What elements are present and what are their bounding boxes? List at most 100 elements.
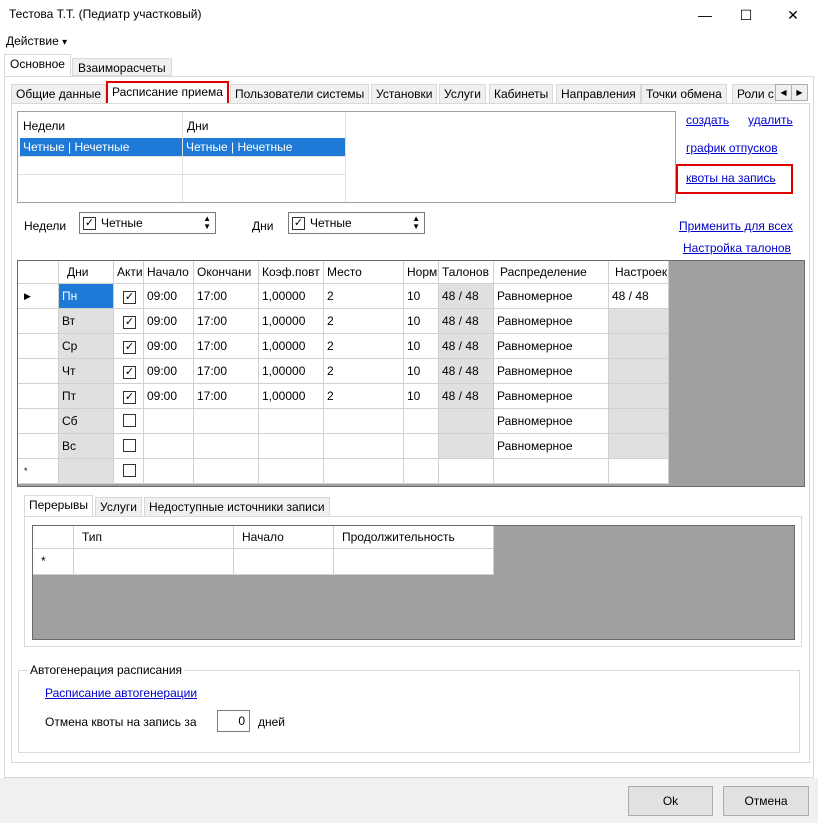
schedule-cell-place[interactable]: 2	[324, 309, 404, 334]
quotas-link[interactable]: квоты на запись	[686, 171, 776, 185]
schedule-cell-start[interactable]: 09:00	[144, 284, 194, 309]
apply-all-link[interactable]: Применить для всех	[679, 219, 793, 233]
schedule-cell-coef[interactable]	[259, 409, 324, 434]
schedule-cell-tickets[interactable]: 48 / 48	[439, 309, 494, 334]
schedule-cell-norm[interactable]: 10	[404, 334, 439, 359]
schedule-cell-active[interactable]: ✓	[114, 334, 144, 359]
schedule-cell-start[interactable]	[144, 459, 194, 484]
schedule-cell-norm[interactable]: 10	[404, 309, 439, 334]
spinner-arrows-icon[interactable]: ▲ ▼	[203, 215, 211, 231]
schedule-cell-place[interactable]	[324, 459, 404, 484]
active-checkbox[interactable]: ✓	[123, 291, 136, 304]
days-checkbox[interactable]: ✓	[292, 216, 305, 230]
tab-exchange-points[interactable]: Точки обмена	[641, 84, 727, 104]
schedule-cell-coef[interactable]	[259, 459, 324, 484]
schedule-cell-coef[interactable]: 1,00000	[259, 284, 324, 309]
schedule-cell-start[interactable]	[144, 409, 194, 434]
schedule-cell-day[interactable]: Пн	[59, 284, 114, 309]
row-header[interactable]	[18, 384, 59, 409]
schedule-cell-start[interactable]: 09:00	[144, 309, 194, 334]
schedule-cell-place[interactable]: 2	[324, 359, 404, 384]
schedule-cell-dist[interactable]: Равномерное	[494, 334, 609, 359]
tab-general[interactable]: Общие данные	[11, 84, 107, 104]
ticket-setup-link[interactable]: Настройка талонов	[683, 241, 791, 255]
schedule-cell-start[interactable]	[144, 434, 194, 459]
schedule-cell-end[interactable]: 17:00	[194, 309, 259, 334]
schedule-cell-norm[interactable]: 10	[404, 384, 439, 409]
tab-settlements[interactable]: Взаиморасчеты	[72, 58, 172, 76]
active-checkbox[interactable]: ✓	[123, 391, 136, 404]
schedule-cell-coef[interactable]: 1,00000	[259, 359, 324, 384]
break-duration-cell[interactable]	[334, 549, 494, 575]
schedule-cell-settings[interactable]	[609, 309, 669, 334]
schedule-cell-place[interactable]	[324, 409, 404, 434]
ok-button[interactable]: Ok	[628, 786, 713, 816]
schedule-cell-day[interactable]: Сб	[59, 409, 114, 434]
schedule-cell-place[interactable]	[324, 434, 404, 459]
tab-services[interactable]: Услуги	[439, 84, 486, 104]
schedule-cell-tickets[interactable]	[439, 459, 494, 484]
schedule-cell-end[interactable]	[194, 459, 259, 484]
schedule-cell-place[interactable]: 2	[324, 284, 404, 309]
tab-cabinets[interactable]: Кабинеты	[489, 84, 554, 104]
create-link[interactable]: создать	[686, 113, 729, 127]
tab-referrals[interactable]: Направления	[556, 84, 641, 104]
row-header[interactable]	[18, 409, 59, 434]
schedule-cell-tickets[interactable]: 48 / 48	[439, 334, 494, 359]
tab-roles[interactable]: Роли с	[732, 84, 776, 104]
schedule-cell-end[interactable]: 17:00	[194, 359, 259, 384]
close-icon[interactable]: ✕	[770, 0, 816, 30]
active-checkbox[interactable]: ✓	[123, 366, 136, 379]
schedule-cell-end[interactable]: 17:00	[194, 384, 259, 409]
active-checkbox[interactable]	[123, 439, 136, 452]
schedule-cell-place[interactable]: 2	[324, 334, 404, 359]
action-menu[interactable]: Действие ▾	[6, 34, 67, 48]
schedule-cell-start[interactable]: 09:00	[144, 359, 194, 384]
active-checkbox[interactable]: ✓	[123, 341, 136, 354]
schedule-cell-day[interactable]	[59, 459, 114, 484]
row-header[interactable]	[18, 309, 59, 334]
schedule-cell-active[interactable]	[114, 434, 144, 459]
schedule-cell-dist[interactable]: Равномерное	[494, 409, 609, 434]
schedule-cell-day[interactable]: Ср	[59, 334, 114, 359]
schedule-cell-settings[interactable]	[609, 409, 669, 434]
break-start-cell[interactable]	[234, 549, 334, 575]
autogen-schedule-link[interactable]: Расписание автогенерации	[45, 686, 197, 700]
schedule-cell-dist[interactable]: Равномерное	[494, 384, 609, 409]
schedule-cell-start[interactable]: 09:00	[144, 384, 194, 409]
schedule-cell-settings[interactable]	[609, 384, 669, 409]
schedule-cell-active[interactable]	[114, 459, 144, 484]
schedule-cell-settings[interactable]	[609, 459, 669, 484]
schedule-cell-dist[interactable]: Равномерное	[494, 309, 609, 334]
schedule-cell-end[interactable]	[194, 434, 259, 459]
schedule-cell-active[interactable]: ✓	[114, 284, 144, 309]
schedule-cell-dist[interactable]: Равномерное	[494, 284, 609, 309]
schedule-cell-end[interactable]: 17:00	[194, 284, 259, 309]
tab-breaks[interactable]: Перерывы	[24, 495, 93, 517]
active-checkbox[interactable]	[123, 414, 136, 427]
schedule-cell-coef[interactable]: 1,00000	[259, 309, 324, 334]
schedule-cell-coef[interactable]	[259, 434, 324, 459]
chevron-left-icon[interactable]: ◀	[776, 85, 792, 100]
cancel-quota-input[interactable]: 0	[217, 710, 250, 732]
schedule-cell-tickets[interactable]	[439, 409, 494, 434]
row-header[interactable]	[18, 434, 59, 459]
schedule-cell-coef[interactable]: 1,00000	[259, 334, 324, 359]
schedule-cell-tickets[interactable]: 48 / 48	[439, 359, 494, 384]
schedule-cell-tickets[interactable]	[439, 434, 494, 459]
row-header[interactable]: *	[18, 459, 59, 484]
maximize-icon[interactable]: ☐	[723, 0, 769, 30]
schedule-cell-active[interactable]: ✓	[114, 309, 144, 334]
active-checkbox[interactable]: ✓	[123, 316, 136, 329]
tab-main[interactable]: Основное	[4, 54, 71, 76]
schedule-cell-norm[interactable]: 10	[404, 359, 439, 384]
minimize-icon[interactable]: —	[682, 0, 728, 30]
weeks-cell[interactable]: Четные | Нечетные	[20, 138, 182, 156]
schedule-cell-settings[interactable]	[609, 359, 669, 384]
delete-link[interactable]: удалить	[748, 113, 793, 127]
weeks-spinner[interactable]: ✓ Четные ▲ ▼	[79, 212, 216, 234]
schedule-cell-settings[interactable]	[609, 334, 669, 359]
tab-unavailable-sources[interactable]: Недоступные источники записи	[144, 497, 330, 517]
tab-users[interactable]: Пользователи системы	[230, 84, 370, 104]
spinner-arrows-icon[interactable]: ▲ ▼	[412, 215, 420, 231]
